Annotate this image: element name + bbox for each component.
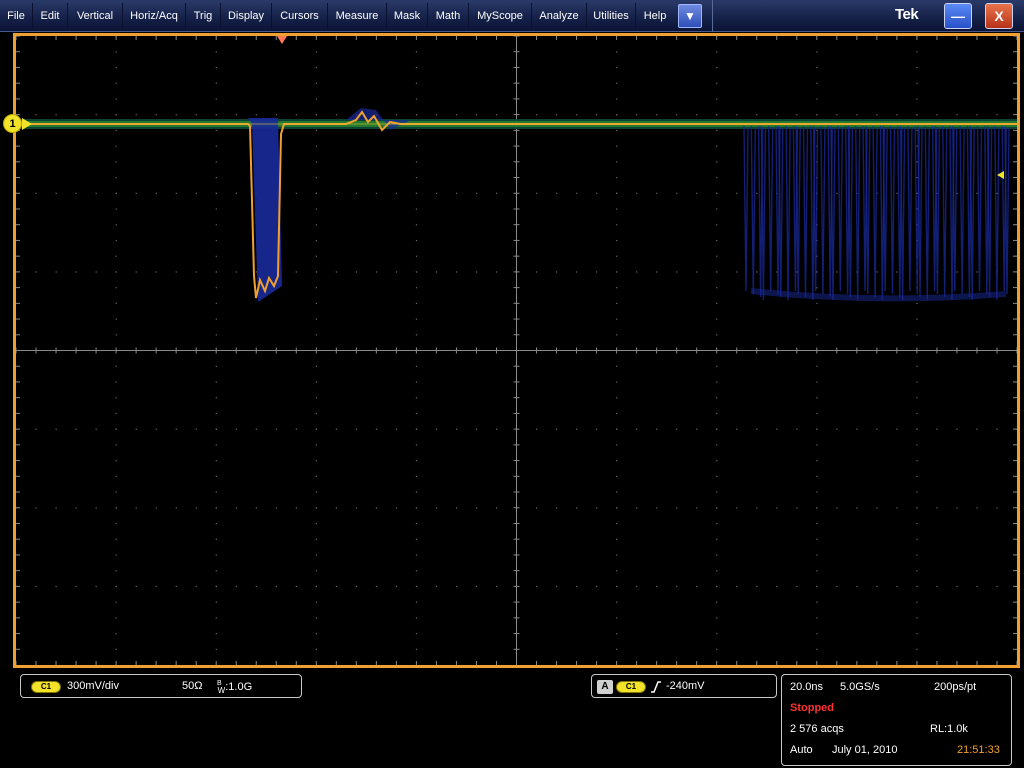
trigger-position-marker[interactable] — [277, 36, 287, 44]
resolution: 200ps/pt — [934, 681, 977, 693]
noise-persistence-line — [768, 125, 774, 292]
noise-persistence-line — [882, 125, 888, 292]
close-icon: X — [994, 8, 1004, 24]
tek-logo: Tek — [895, 6, 919, 23]
trigger-mode: Auto — [790, 744, 813, 756]
graticule-grid — [16, 36, 1017, 665]
noise-persistence-line — [795, 125, 801, 295]
time: 21:51:33 — [957, 744, 1000, 756]
menu-trig[interactable]: Trig — [186, 0, 220, 32]
noise-persistence-line — [847, 125, 854, 298]
noise-persistence-line — [917, 125, 923, 298]
noise-persistence-line — [830, 125, 836, 301]
noise-persistence-line — [778, 125, 784, 298]
noise-persistence-line — [976, 125, 983, 292]
horizontal-readout[interactable]: 20.0ns 5.0GS/s 200ps/pt Stopped 2 576 ac… — [781, 674, 1012, 766]
acquisition-count: 2 576 acqs — [790, 723, 844, 735]
input-impedance: 50Ω — [182, 680, 203, 692]
minimize-button[interactable]: — — [944, 3, 972, 29]
noise-persistence-line — [889, 125, 896, 295]
menu-measure[interactable]: Measure — [328, 0, 386, 32]
noise-persistence-line — [855, 125, 861, 301]
noise-persistence-line — [942, 125, 948, 298]
vertical-readout[interactable]: C1 300mV/div 50Ω BW:1.0G — [20, 674, 302, 698]
waveform-display[interactable] — [13, 33, 1020, 668]
noise-persistence-line — [994, 125, 1000, 301]
menu-file[interactable]: File — [0, 0, 32, 32]
noise-persistence-line — [924, 125, 930, 301]
date: July 01, 2010 — [832, 744, 898, 756]
trigger-readout[interactable]: A C1 -240mV — [591, 674, 777, 698]
noise-persistence-line — [1004, 125, 1010, 295]
noise-persistence-line — [865, 125, 871, 295]
vertical-scale: 300mV/div — [67, 680, 119, 692]
menu-display[interactable]: Display — [221, 0, 271, 32]
menu-utilities[interactable]: Utilities — [587, 0, 635, 32]
trigger-a-badge: A — [597, 680, 613, 694]
menu-cursors[interactable]: Cursors — [272, 0, 327, 32]
noise-persistence-line — [907, 125, 913, 292]
noise-persistence-line — [969, 125, 975, 301]
sample-rate: 5.0GS/s — [840, 681, 880, 693]
noise-persistence-line — [986, 125, 993, 298]
timebase: 20.0ns — [790, 681, 824, 693]
noise-persistence-line — [760, 125, 767, 301]
menu-math[interactable]: Math — [428, 0, 468, 32]
menu-vertical[interactable]: Vertical — [68, 0, 122, 32]
noise-persistence-line — [750, 125, 756, 295]
noise-persistence-line — [743, 125, 749, 292]
close-button[interactable]: X — [985, 3, 1013, 29]
noise-persistence-line — [952, 125, 958, 292]
noise-persistence-line — [785, 125, 791, 301]
trigger-level-marker[interactable] — [997, 171, 1004, 179]
minimize-icon: — — [951, 8, 965, 24]
menu-mask[interactable]: Mask — [387, 0, 427, 32]
noise-persistence-line — [872, 125, 878, 298]
noise-persistence-line — [802, 125, 809, 298]
noise-persistence-line — [959, 125, 965, 295]
menu-horiz-acq[interactable]: Horiz/Acq — [123, 0, 185, 32]
menu-analyze[interactable]: Analyze — [532, 0, 586, 32]
record-length: RL:1.0k — [930, 723, 968, 735]
noise-floor-persistence — [750, 288, 1007, 302]
noise-persistence-line — [934, 125, 941, 295]
menu-help[interactable]: Help — [636, 0, 674, 32]
trigger-source-c1-badge: C1 — [616, 681, 646, 693]
acquisition-status: Stopped — [790, 702, 834, 714]
noise-persistence-line — [837, 125, 843, 292]
menu-edit[interactable]: Edit — [33, 0, 67, 32]
trigger-level: -240mV — [666, 680, 705, 692]
rising-edge-icon — [651, 681, 661, 693]
noise-persistence-line — [820, 125, 826, 295]
menu-myscope[interactable]: MyScope — [469, 0, 531, 32]
channel-1-arrow-icon — [22, 118, 32, 130]
menu-bar: File Edit Vertical Horiz/Acq Trig Displa… — [0, 0, 1024, 32]
channel-1-marker[interactable]: 1 — [3, 114, 22, 133]
chevron-down-icon: ▼ — [684, 9, 696, 23]
bandwidth-limit: BW:1.0G — [217, 680, 253, 695]
noise-persistence-line — [899, 125, 906, 301]
channel-c1-badge: C1 — [31, 681, 61, 693]
menu-dropdown-button[interactable]: ▼ — [678, 4, 702, 28]
noise-persistence-line — [812, 125, 819, 292]
